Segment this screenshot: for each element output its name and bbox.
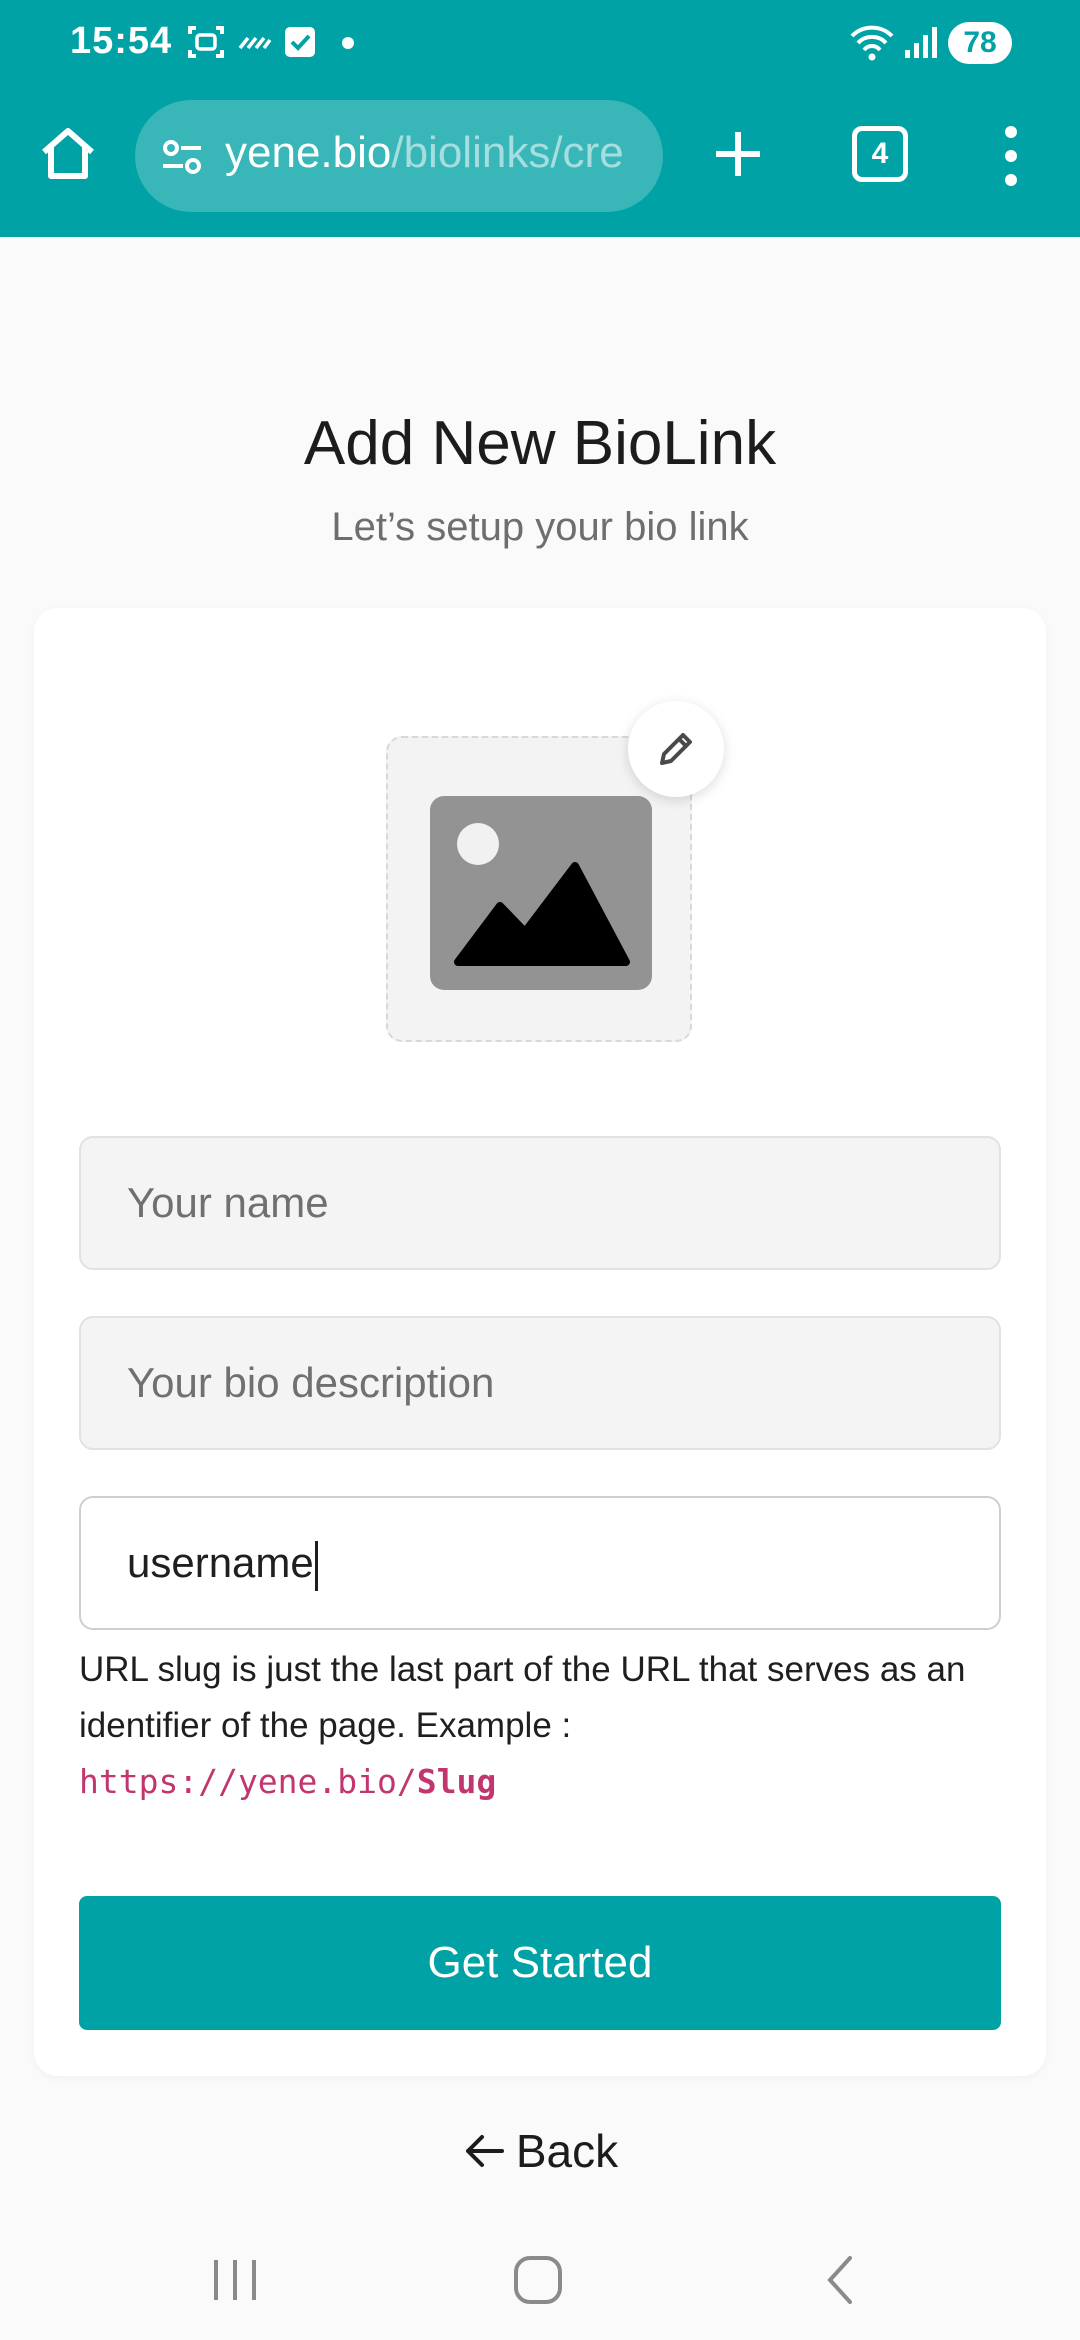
address-bar[interactable]: yene.bio/biolinks/cre xyxy=(135,100,663,212)
plus-icon[interactable] xyxy=(706,122,770,186)
back-label: Back xyxy=(515,2125,619,2177)
tabs-count-icon[interactable]: 4 xyxy=(852,126,908,182)
pencil-icon xyxy=(660,733,692,765)
bio-description-input[interactable]: Your bio description xyxy=(79,1316,1001,1450)
status-bar: 15:54 78 xyxy=(0,0,1080,86)
username-input[interactable]: username xyxy=(79,1496,1001,1630)
biolink-form-card: Your name Your bio description username … xyxy=(34,608,1046,2076)
page-title: Add New BioLink xyxy=(303,409,777,478)
slug-example-slug: Slug xyxy=(416,1762,497,1801)
system-nav-bar xyxy=(0,2230,1080,2340)
signal-slash-icon xyxy=(238,36,272,50)
back-link[interactable]: Back xyxy=(0,2124,1080,2178)
screenshot-icon xyxy=(188,26,224,58)
status-time: 15:54 xyxy=(70,20,173,62)
slug-example-base: https://yene.bio/ xyxy=(79,1762,417,1801)
nav-home-icon[interactable] xyxy=(512,2250,564,2310)
battery-indicator: 78 xyxy=(948,22,1012,64)
checkbox-icon xyxy=(285,27,315,57)
tune-icon[interactable] xyxy=(159,134,205,180)
slug-hint-text: URL slug is just the last part of the UR… xyxy=(79,1650,966,1745)
url-path: /biolinks/cre xyxy=(391,128,624,177)
dot-icon xyxy=(342,37,354,49)
more-vert-icon[interactable] xyxy=(996,122,1026,190)
get-started-button[interactable]: Get Started xyxy=(79,1896,1001,2030)
cell-signal-icon xyxy=(905,27,937,58)
url-text: yene.bio/biolinks/cre xyxy=(225,128,624,178)
browser-toolbar: yene.bio/biolinks/cre 4 xyxy=(0,100,1080,215)
text-caret xyxy=(314,1540,318,1591)
image-icon xyxy=(430,796,652,990)
edit-avatar-button[interactable] xyxy=(628,701,724,797)
nav-back-icon[interactable] xyxy=(820,2250,860,2310)
recents-icon[interactable] xyxy=(210,2250,260,2310)
page-subtitle: Let’s setup your bio link xyxy=(331,505,749,549)
wifi-icon xyxy=(850,25,894,61)
name-input[interactable]: Your name xyxy=(79,1136,1001,1270)
slug-example-url: https://yene.bio/Slug xyxy=(79,1762,496,1801)
home-icon[interactable] xyxy=(36,122,100,186)
arrow-left-icon xyxy=(465,2134,504,2167)
browser-header: 15:54 78 yene.bio/biolinks/cre 4 xyxy=(0,0,1080,237)
url-domain: yene.bio xyxy=(225,128,392,177)
username-value: username xyxy=(127,1539,314,1586)
slug-hint: URL slug is just the last part of the UR… xyxy=(79,1642,1009,1810)
